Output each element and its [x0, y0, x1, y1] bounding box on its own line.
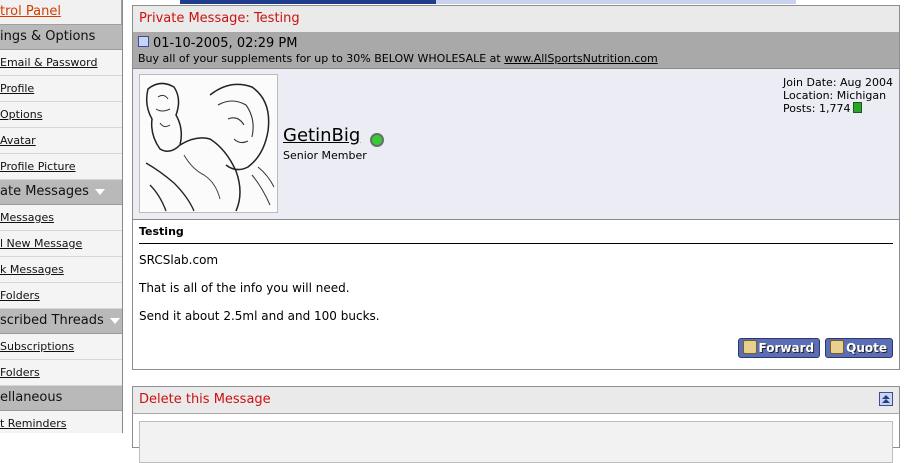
message-line: That is all of the info you will need. [139, 281, 350, 295]
avatar [139, 74, 278, 213]
promo-text: Buy all of your supplements for up to 30… [138, 52, 894, 66]
delete-title-text: Delete this Message [139, 392, 271, 407]
sidebar-item-avatar[interactable]: Avatar [0, 128, 122, 154]
message-title: Testing [139, 225, 893, 244]
sidebar-section-miscellaneous: ellaneous [0, 386, 122, 411]
section-title: ellaneous [0, 390, 63, 405]
sidebar-item-reminders[interactable]: t Reminders [0, 411, 122, 433]
sidebar-link[interactable]: Avatar [0, 134, 36, 147]
section-title: ings & Options [0, 29, 96, 44]
sidebar-item-subscription-folders[interactable]: Folders [0, 360, 122, 386]
sidebar-link[interactable]: Folders [0, 289, 40, 302]
delete-panel-body [139, 421, 893, 463]
section-title: ate Messages [0, 184, 89, 199]
collapse-icon[interactable] [879, 392, 893, 406]
sidebar-link[interactable]: Profile Picture [0, 160, 76, 173]
user-title: Senior Member [283, 149, 367, 162]
sidebar-link[interactable]: Email & Password [0, 56, 97, 69]
delete-message-panel: Delete this Message [132, 386, 900, 463]
panel-title: Private Message: Testing [133, 6, 899, 33]
sidebar: trol Panel ings & Options Email & Passwo… [0, 0, 123, 433]
sidebar-link[interactable]: l New Message [0, 237, 82, 250]
sidebar-link[interactable]: Profile [0, 82, 34, 95]
sidebar-section-settings: ings & Options [0, 25, 122, 50]
banner-strip [436, 0, 796, 4]
sidebar-section-private-messages[interactable]: ate Messages [0, 180, 122, 205]
sidebar-item-profile-picture[interactable]: Profile Picture [0, 154, 122, 180]
avatar-sketch [140, 75, 277, 212]
dropdown-arrow-icon[interactable] [109, 317, 120, 324]
forward-button[interactable]: Forward [737, 338, 821, 358]
quote-button[interactable]: Quote [825, 338, 893, 358]
message-line: SRCSlab.com [139, 253, 219, 267]
sidebar-item-folders[interactable]: Folders [0, 283, 122, 309]
sidebar-item-messages[interactable]: Messages [0, 205, 122, 231]
location: Location: Michigan [783, 89, 887, 102]
delete-panel-title: Delete this Message [133, 387, 899, 414]
reputation-icon [853, 102, 863, 113]
user-info-row: GetinBig Senior Member Join Date: Aug 20… [133, 69, 899, 220]
online-status-icon [370, 133, 384, 147]
promo-link[interactable]: www.AllSportsNutrition.com [504, 52, 658, 65]
sidebar-item-new-message[interactable]: l New Message [0, 231, 122, 257]
post-header: 01-10-2005, 02:29 PM Buy all of your sup… [133, 33, 899, 69]
sidebar-item-subscriptions[interactable]: Subscriptions [0, 334, 122, 360]
message-actions: Forward Quote [733, 338, 893, 358]
join-date: Join Date: Aug 2004 [783, 76, 893, 89]
message-body: Testing SRCSlab.com That is all of the i… [133, 220, 899, 323]
post-date-row: 01-10-2005, 02:29 PM [138, 35, 894, 52]
post-icon [138, 36, 149, 47]
private-message-panel: Private Message: Testing 01-10-2005, 02:… [132, 5, 900, 370]
promo-prefix: Buy all of your supplements for up to 30… [138, 52, 505, 65]
sidebar-link[interactable]: Messages [0, 211, 54, 224]
dropdown-arrow-icon[interactable] [94, 188, 105, 195]
sidebar-item-track-messages[interactable]: k Messages [0, 257, 122, 283]
user-stats: Join Date: Aug 2004 Location: Michigan P… [783, 76, 893, 115]
sidebar-control-panel[interactable]: trol Panel [0, 0, 122, 25]
top-banner [180, 0, 796, 4]
forward-label: Forward [758, 341, 815, 355]
sidebar-item-profile[interactable]: Profile [0, 76, 122, 102]
sidebar-item-options[interactable]: Options [0, 102, 122, 128]
forward-icon [742, 340, 757, 354]
control-panel-link[interactable]: trol Panel [0, 4, 61, 19]
quote-icon [830, 340, 845, 354]
sidebar-link[interactable]: Subscriptions [0, 340, 74, 353]
section-title: scribed Threads [0, 313, 104, 328]
post-date: 01-10-2005, 02:29 PM [153, 36, 298, 51]
sidebar-section-subscribed-threads[interactable]: scribed Threads [0, 309, 122, 334]
quote-label: Quote [846, 341, 887, 355]
sidebar-item-email-password[interactable]: Email & Password [0, 50, 122, 76]
sidebar-link[interactable]: Folders [0, 366, 40, 379]
post-count: Posts: 1,774 [783, 102, 851, 115]
sidebar-link[interactable]: k Messages [0, 263, 64, 276]
sidebar-link[interactable]: t Reminders [0, 417, 66, 430]
sidebar-link[interactable]: Options [0, 108, 42, 121]
username-link[interactable]: GetinBig [283, 125, 360, 146]
message-line: Send it about 2.5ml and and 100 bucks. [139, 309, 380, 323]
post-count-row: Posts: 1,774 [783, 102, 893, 115]
